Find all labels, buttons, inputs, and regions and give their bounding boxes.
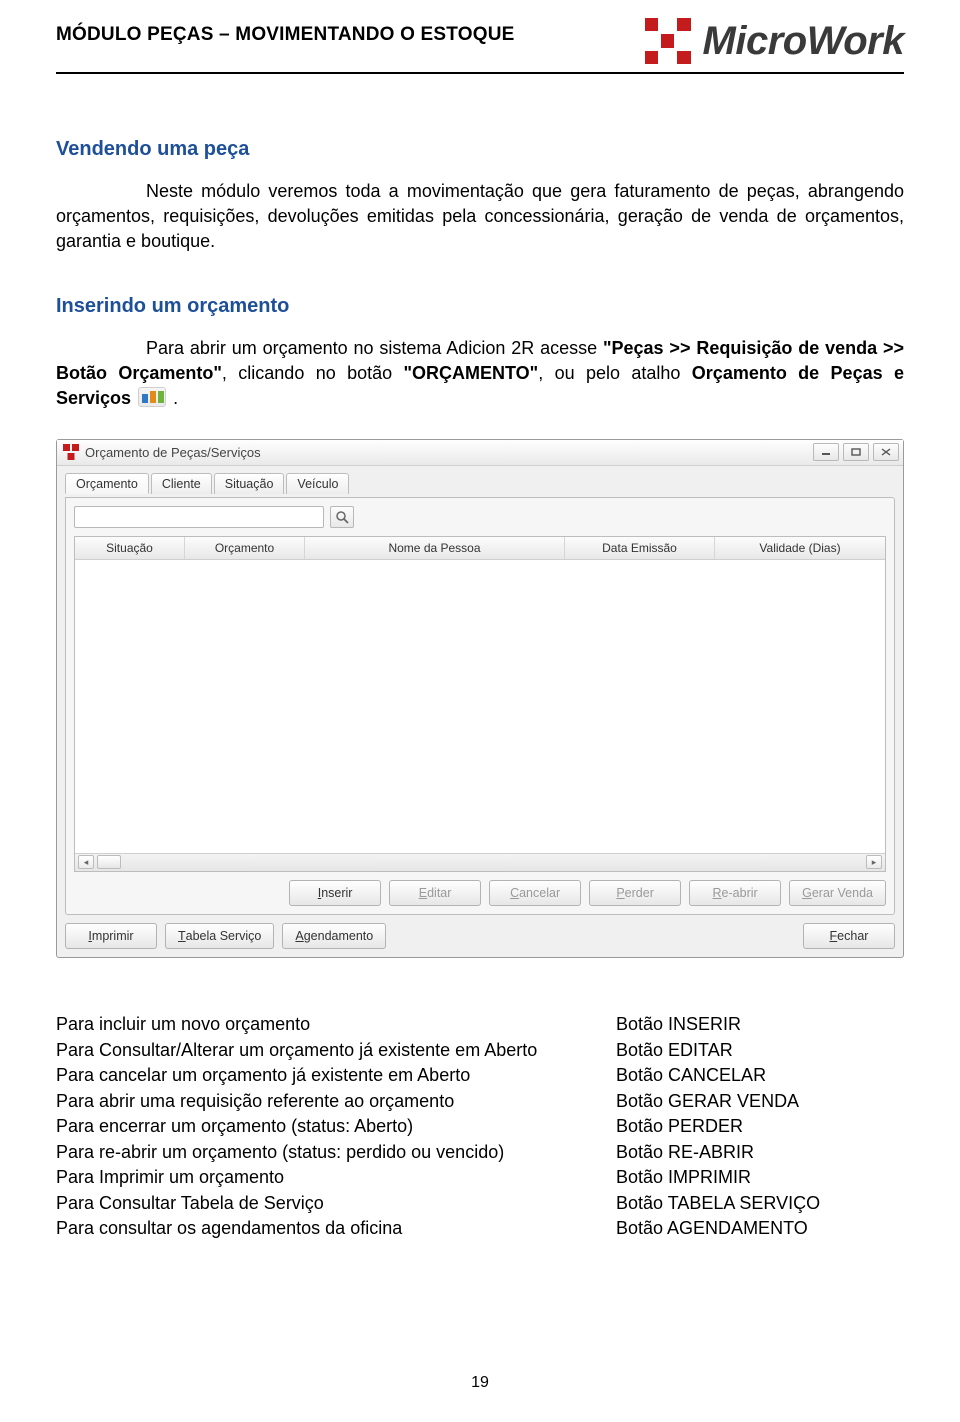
grid-header-row: Situação Orçamento Nome da Pessoa Data E… <box>75 537 885 560</box>
cancelar-button[interactable]: Cancelar <box>489 880 581 906</box>
action-desc: Para incluir um novo orçamento <box>56 1012 616 1038</box>
action-desc: Para cancelar um orçamento já existente … <box>56 1063 616 1089</box>
action-row: Para abrir uma requisição referente ao o… <box>56 1089 904 1115</box>
tabela-servic-o-button[interactable]: Tabela Serviço <box>165 923 274 949</box>
grid-col-data[interactable]: Data Emissão <box>565 537 715 559</box>
action-button-label: Botão RE-ABRIR <box>616 1140 904 1166</box>
action-row: Para consultar os agendamentos da oficin… <box>56 1216 904 1242</box>
app-window: Orçamento de Peças/Serviços Orçamento Cl… <box>56 439 904 958</box>
actions-list: Para incluir um novo orçamentoBotão INSE… <box>56 1012 904 1242</box>
grid-col-nome[interactable]: Nome da Pessoa <box>305 537 565 559</box>
doc-header: MÓDULO PEÇAS – MOVIMENTANDO O ESTOQUE Mi… <box>56 18 904 64</box>
section-title-vendendo: Vendendo uma peça <box>56 138 904 161</box>
scroll-left-button[interactable]: ◂ <box>78 855 94 869</box>
app-icon <box>63 444 79 460</box>
action-desc: Para abrir uma requisição referente ao o… <box>56 1089 616 1115</box>
imprimir-button[interactable]: Imprimir <box>65 923 157 949</box>
action-desc: Para Consultar/Alterar um orçamento já e… <box>56 1038 616 1064</box>
action-desc: Para Consultar Tabela de Serviço <box>56 1191 616 1217</box>
gerar-venda-button[interactable]: Gerar Venda <box>789 880 886 906</box>
scroll-right-button[interactable]: ▸ <box>866 855 882 869</box>
bottom-right-buttons: Fechar <box>803 923 895 949</box>
section-title-inserindo: Inserindo um orçamento <box>56 295 904 318</box>
titlebar: Orçamento de Peças/Serviços <box>57 440 903 466</box>
action-button-label: Botão EDITAR <box>616 1038 904 1064</box>
text-run: , clicando no botão <box>222 363 404 383</box>
grid-col-validade[interactable]: Validade (Dias) <box>715 537 885 559</box>
section2-paragraph: Para abrir um orçamento no sistema Adici… <box>56 336 904 410</box>
grid-col-situacao[interactable]: Situação <box>75 537 185 559</box>
action-row: Para encerrar um orçamento (status: Aber… <box>56 1114 904 1140</box>
minimize-button[interactable] <box>813 443 839 461</box>
text-run: Para abrir um orçamento no sistema Adici… <box>146 338 603 358</box>
action-desc: Para encerrar um orçamento (status: Aber… <box>56 1114 616 1140</box>
action-button-label: Botão AGENDAMENTO <box>616 1216 904 1242</box>
doc-header-title: MÓDULO PEÇAS – MOVIMENTANDO O ESTOQUE <box>56 18 515 46</box>
text-run: , ou pelo atalho <box>538 363 692 383</box>
fechar-button[interactable]: Fechar <box>803 923 895 949</box>
action-button-label: Botão GERAR VENDA <box>616 1089 904 1115</box>
tab-cliente[interactable]: Cliente <box>151 473 212 494</box>
bottom-left-buttons: Imprimir Tabela Serviço Agendamento <box>65 923 386 949</box>
search-button[interactable] <box>330 506 354 528</box>
text-run-bold: "ORÇAMENTO" <box>403 363 538 383</box>
scroll-thumb[interactable] <box>97 855 121 869</box>
action-button-label: Botão CANCELAR <box>616 1063 904 1089</box>
brand-logo-text: MicroWork <box>703 19 904 64</box>
magnifier-icon <box>335 510 349 524</box>
tab-situacao[interactable]: Situação <box>214 473 285 494</box>
tab-veiculo[interactable]: Veículo <box>286 473 349 494</box>
tab-orcamento[interactable]: Orçamento <box>65 473 149 494</box>
action-button-label: Botão TABELA SERVIÇO <box>616 1191 904 1217</box>
action-row: Para Consultar/Alterar um orçamento já e… <box>56 1038 904 1064</box>
action-row: Para Consultar Tabela de ServiçoBotão TA… <box>56 1191 904 1217</box>
editar-button[interactable]: Editar <box>389 880 481 906</box>
inserir-button[interactable]: Inserir <box>289 880 381 906</box>
perder-button[interactable]: Perder <box>589 880 681 906</box>
action-row: Para cancelar um orçamento já existente … <box>56 1063 904 1089</box>
window-title: Orçamento de Peças/Serviços <box>85 445 813 460</box>
page-number: 19 <box>0 1374 960 1392</box>
action-desc: Para consultar os agendamentos da oficin… <box>56 1216 616 1242</box>
text-run: . <box>168 388 178 408</box>
grid-col-orcamento[interactable]: Orçamento <box>185 537 305 559</box>
section1-paragraph: Neste módulo veremos toda a movimentação… <box>56 179 904 253</box>
brand-logo: MicroWork <box>645 18 904 64</box>
agendamento-button[interactable]: Agendamento <box>282 923 386 949</box>
action-desc: Para Imprimir um orçamento <box>56 1165 616 1191</box>
tab-panel-orcamento: Situação Orçamento Nome da Pessoa Data E… <box>65 497 895 915</box>
maximize-button[interactable] <box>843 443 869 461</box>
action-row: Para incluir um novo orçamentoBotão INSE… <box>56 1012 904 1038</box>
action-button-label: Botão INSERIR <box>616 1012 904 1038</box>
action-button-row: Inserir Editar Cancelar Perder Re-abrir Gerar… <box>74 880 886 906</box>
tab-bar: Orçamento Cliente Situação Veículo <box>65 472 895 493</box>
re-abrir-button[interactable]: Re-abrir <box>689 880 781 906</box>
action-desc: Para re-abrir um orçamento (status: perd… <box>56 1140 616 1166</box>
grid-hscrollbar[interactable]: ◂ ▸ <box>75 853 885 871</box>
brand-logo-icon <box>645 18 691 64</box>
results-grid: Situação Orçamento Nome da Pessoa Data E… <box>74 536 886 872</box>
close-button[interactable] <box>873 443 899 461</box>
action-row: Para re-abrir um orçamento (status: perd… <box>56 1140 904 1166</box>
action-button-label: Botão IMPRIMIR <box>616 1165 904 1191</box>
search-input[interactable] <box>74 506 324 528</box>
action-row: Para Imprimir um orçamentoBotão IMPRIMIR <box>56 1165 904 1191</box>
grid-body <box>75 560 885 853</box>
action-button-label: Botão PERDER <box>616 1114 904 1140</box>
chart-shortcut-icon <box>138 387 166 407</box>
